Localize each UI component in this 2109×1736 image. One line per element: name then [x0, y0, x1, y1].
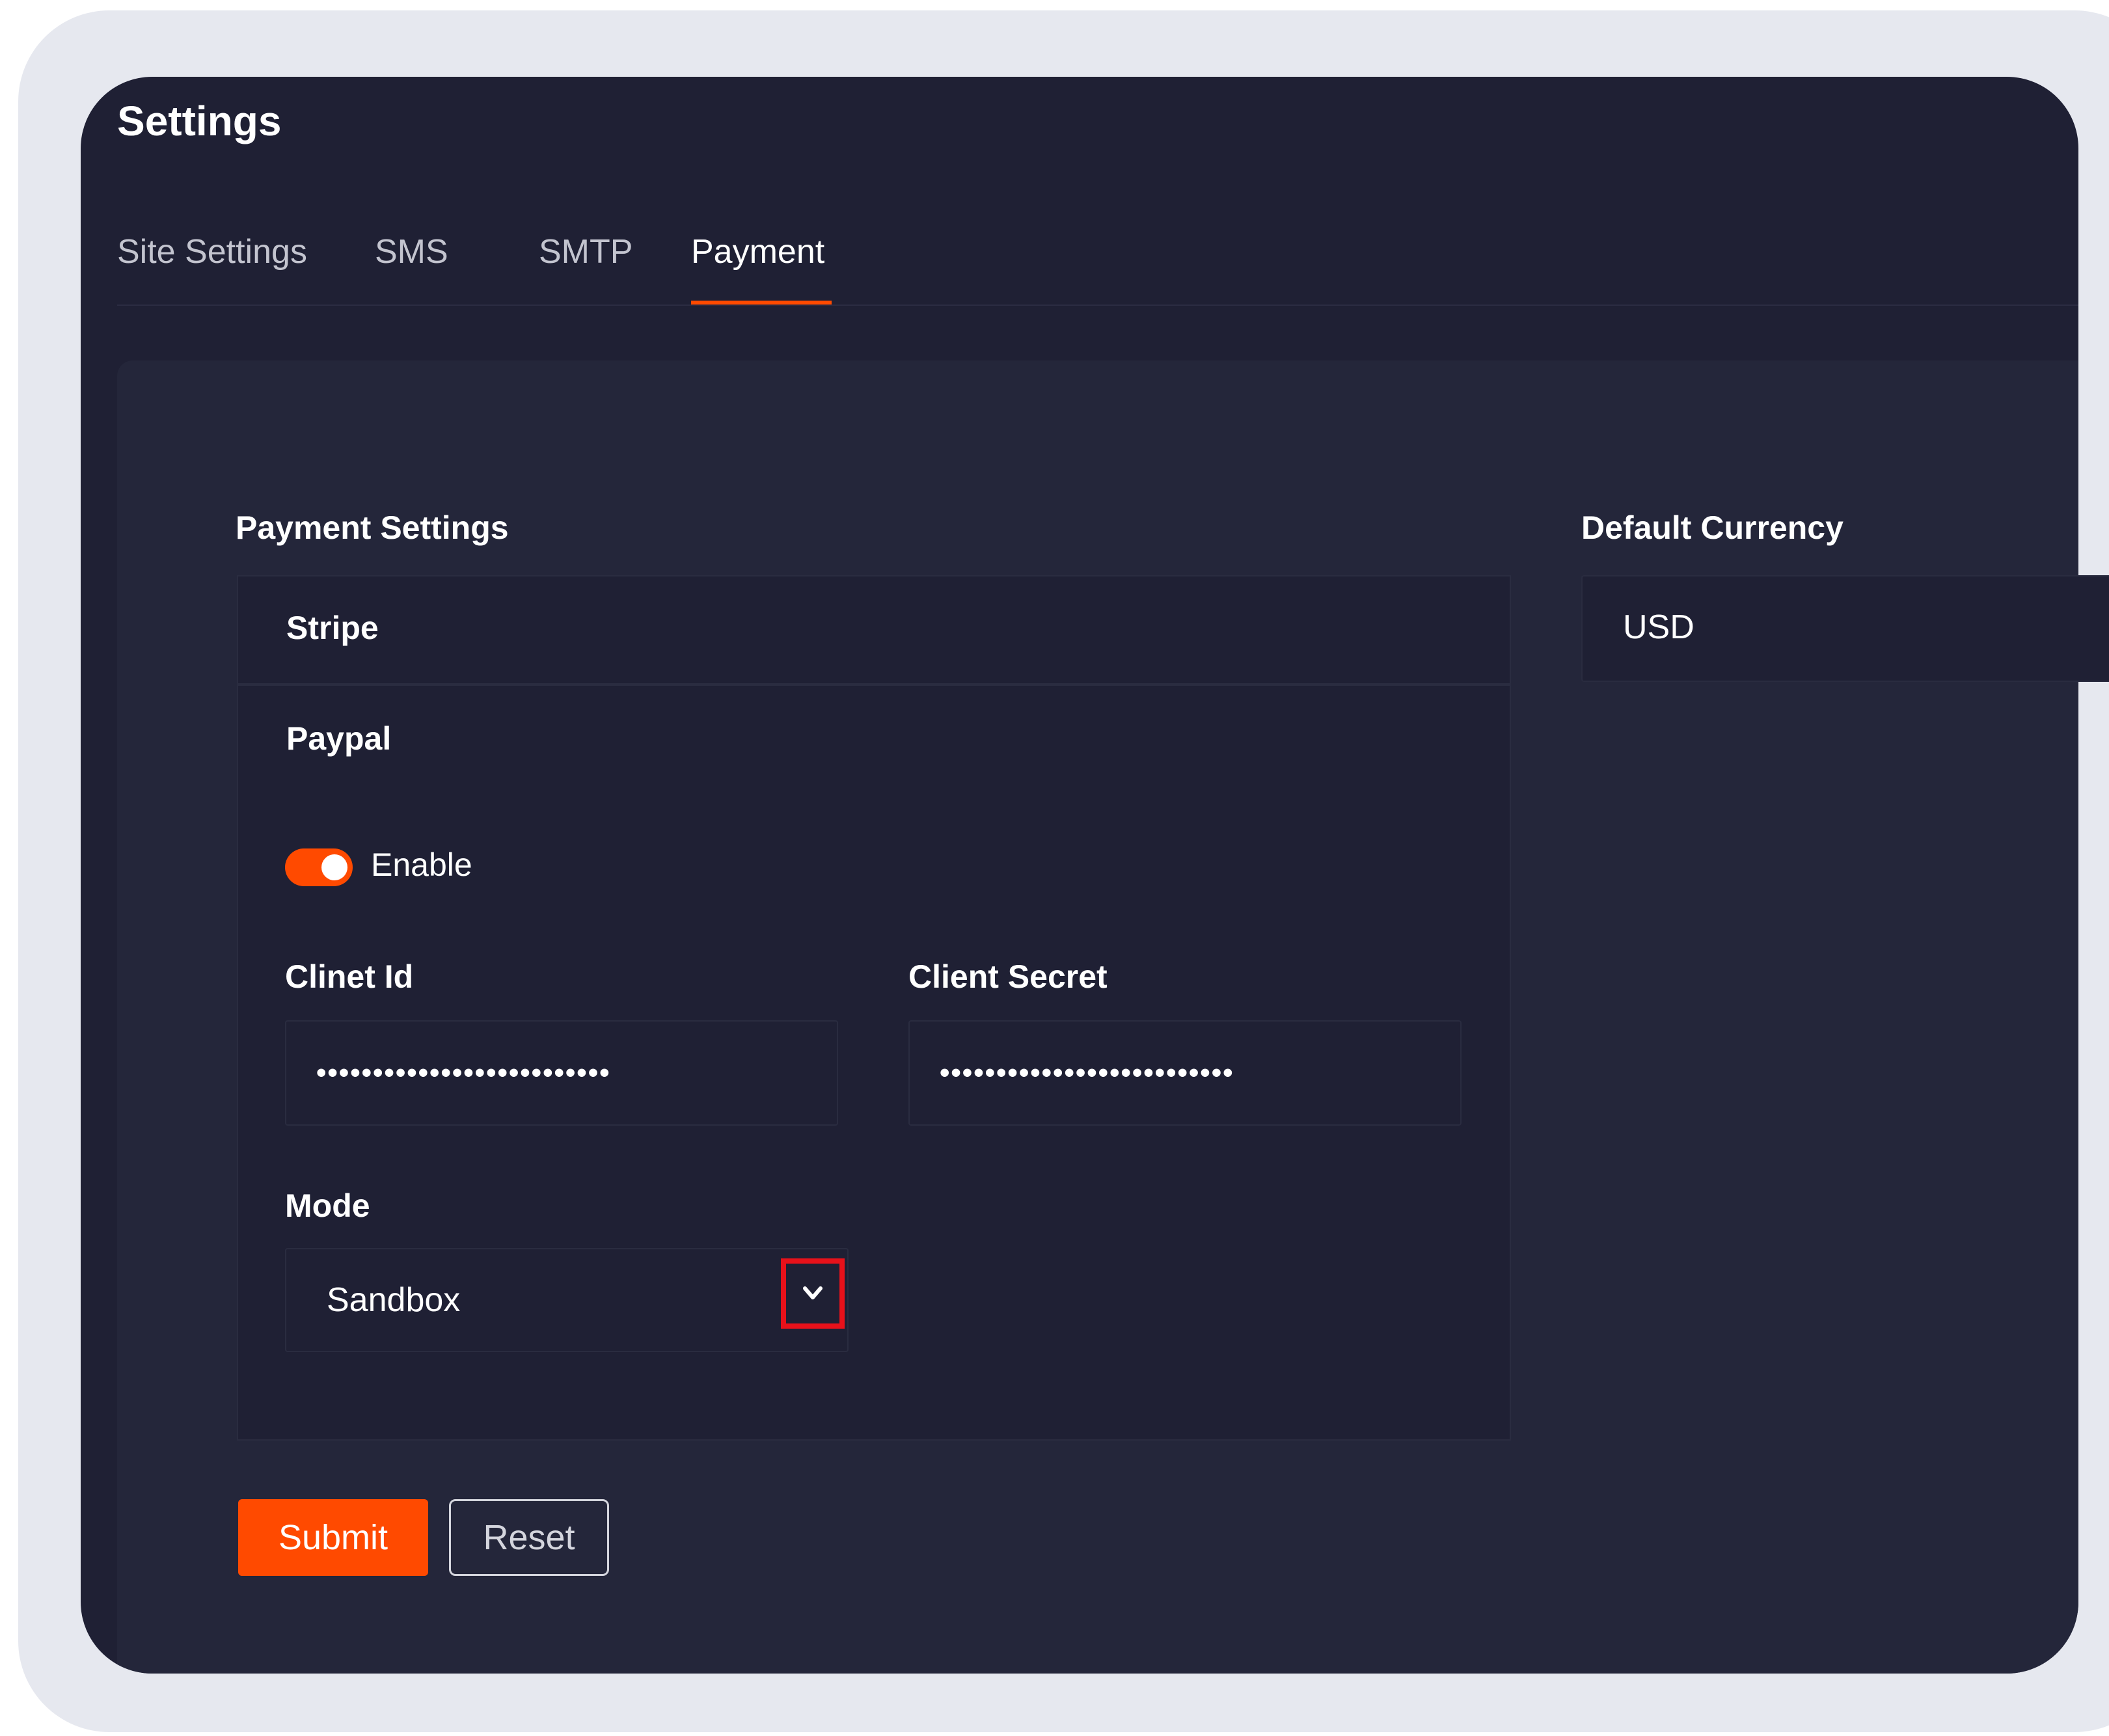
toggle-knob: [321, 854, 347, 880]
active-tab-indicator: [691, 301, 832, 305]
mode-select-value: Sandbox: [327, 1281, 461, 1319]
client-secret-value: ••••••••••••••••••••••••••: [940, 1057, 1234, 1089]
stripe-option[interactable]: Stripe: [237, 575, 1511, 685]
page-title: Settings: [117, 98, 282, 144]
stripe-label: Stripe: [286, 610, 379, 646]
mode-label: Mode: [285, 1187, 370, 1224]
client-id-label: Clinet Id: [285, 958, 414, 995]
submit-button[interactable]: Submit: [238, 1499, 428, 1576]
tab-payment[interactable]: Payment: [691, 226, 824, 277]
paypal-label: Paypal: [286, 720, 392, 757]
payment-settings-label: Payment Settings: [236, 509, 509, 546]
default-currency-select[interactable]: USD: [1581, 575, 2109, 682]
enable-toggle[interactable]: [285, 848, 353, 886]
reset-button[interactable]: Reset: [449, 1499, 609, 1576]
settings-tabs: Site Settings SMS SMTP Payment: [117, 226, 2078, 306]
enable-label: Enable: [371, 847, 472, 883]
client-secret-input[interactable]: ••••••••••••••••••••••••••: [908, 1020, 1462, 1126]
tab-sms[interactable]: SMS: [375, 226, 448, 277]
chevron-down-icon: [803, 1286, 823, 1299]
client-id-value: ••••••••••••••••••••••••••: [316, 1057, 611, 1089]
client-secret-label: Client Secret: [908, 958, 1108, 995]
default-currency-value: USD: [1623, 608, 1694, 646]
mode-dropdown-toggle[interactable]: [781, 1258, 845, 1329]
tab-site-settings[interactable]: Site Settings: [117, 226, 307, 277]
default-currency-label: Default Currency: [1581, 509, 1844, 546]
client-id-input[interactable]: ••••••••••••••••••••••••••: [285, 1020, 838, 1126]
tab-smtp[interactable]: SMTP: [539, 226, 633, 277]
mode-select[interactable]: Sandbox: [285, 1248, 849, 1352]
